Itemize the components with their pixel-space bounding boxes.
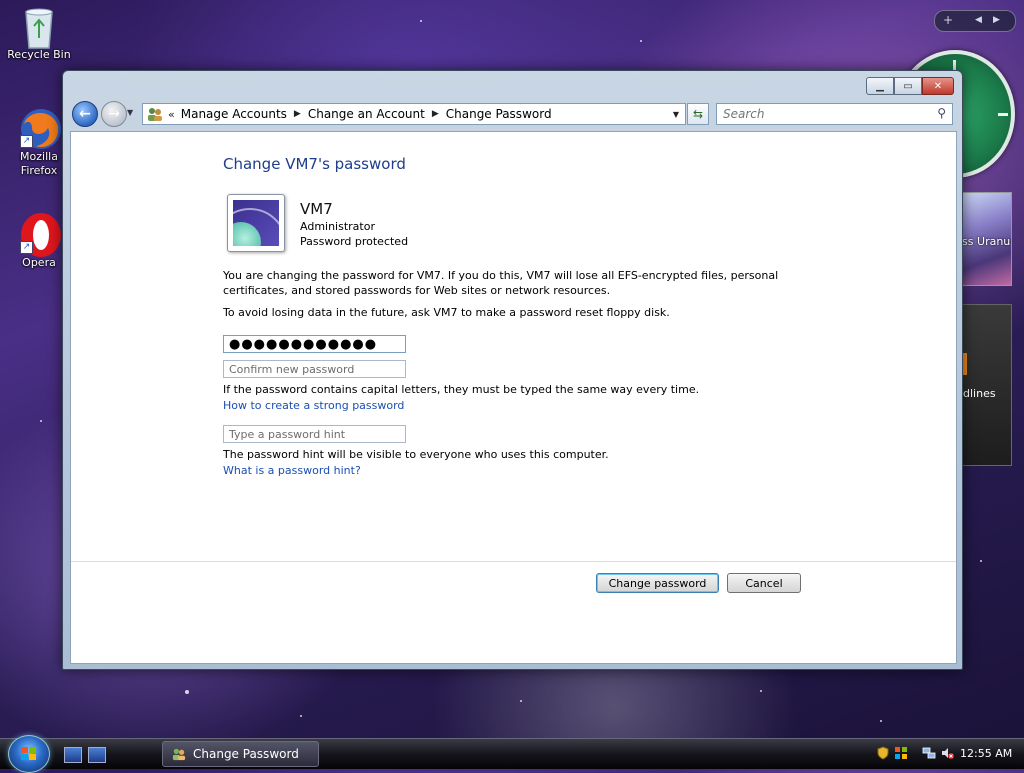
- user-picture: [227, 194, 285, 252]
- change-password-button[interactable]: Change password: [596, 573, 719, 593]
- cancel-button[interactable]: Cancel: [727, 573, 801, 593]
- feed-icon: [963, 353, 967, 375]
- footer-divider: [71, 561, 956, 562]
- switch-windows-icon[interactable]: [88, 747, 106, 763]
- maximize-button[interactable]: ▭: [894, 77, 922, 95]
- opera-icon: ↗: [18, 212, 61, 257]
- breadcrumb-manage-accounts[interactable]: Manage Accounts: [181, 107, 287, 121]
- forward-button[interactable]: →: [101, 101, 127, 127]
- shortcut-arrow-icon: ↗: [20, 241, 33, 254]
- next-icon[interactable]: ▶: [993, 15, 1000, 25]
- address-dropdown-icon[interactable]: ▼: [673, 110, 679, 119]
- star: [640, 40, 642, 42]
- refresh-button[interactable]: ⇆: [687, 103, 709, 125]
- window-controls: ▁ ▭ ✕: [866, 77, 954, 95]
- hint-note: The password hint will be visible to eve…: [223, 448, 609, 461]
- confirm-password-field[interactable]: [223, 360, 406, 378]
- capital-note: If the password contains capital letters…: [223, 383, 700, 396]
- star: [185, 690, 189, 694]
- star: [300, 715, 302, 717]
- star: [40, 420, 42, 422]
- previous-icon[interactable]: ◀: [975, 15, 982, 25]
- breadcrumb-change-password[interactable]: Change Password: [446, 107, 552, 121]
- content-pane: Change VM7's password VM7 Administrator …: [70, 131, 957, 664]
- star: [520, 700, 522, 702]
- back-button[interactable]: ←: [72, 101, 98, 127]
- search-input[interactable]: [721, 104, 925, 124]
- feed-caption: dlines: [963, 387, 996, 400]
- breadcrumb-change-account[interactable]: Change an Account: [308, 107, 425, 121]
- slideshow-caption: iss Uranus: [962, 235, 1011, 248]
- volume-muted-icon[interactable]: [940, 746, 954, 760]
- user-accounts-icon: [146, 106, 164, 122]
- close-button[interactable]: ✕: [922, 77, 954, 95]
- clock-tick: [953, 60, 956, 70]
- firefox-icon: ↗: [18, 106, 61, 149]
- new-password-field[interactable]: [223, 335, 406, 353]
- security-shield-icon[interactable]: [876, 746, 890, 760]
- star: [760, 690, 762, 692]
- password-hint-link[interactable]: What is a password hint?: [223, 464, 361, 477]
- address-bar[interactable]: « Manage Accounts ▶ Change an Account ▶ …: [142, 103, 686, 125]
- recent-pages-dropdown-icon[interactable]: ▼: [127, 108, 133, 117]
- advice-text: To avoid losing data in the future, ask …: [223, 306, 670, 319]
- show-desktop-icon[interactable]: [64, 747, 82, 763]
- clock-tick: [998, 113, 1008, 116]
- user-accounts-icon: [171, 747, 187, 761]
- windows-update-icon[interactable]: [894, 746, 908, 760]
- star: [880, 720, 882, 722]
- system-tray: 12:55 AM: [862, 741, 1022, 767]
- recycle-bin-icon: [18, 4, 60, 49]
- star: [980, 560, 982, 562]
- windows-logo-icon: [21, 747, 37, 761]
- desktop-icon-recycle-bin[interactable]: Recycle Bin: [4, 4, 74, 61]
- password-hint-field[interactable]: [223, 425, 406, 443]
- feed-headlines-gadget[interactable]: dlines: [962, 304, 1012, 466]
- star: [420, 20, 422, 22]
- network-icon[interactable]: [922, 746, 936, 760]
- taskbar-item-change-password[interactable]: Change Password: [162, 741, 319, 767]
- search-icon[interactable]: ⚲: [937, 106, 946, 120]
- breadcrumb-separator-icon[interactable]: ▶: [432, 109, 439, 119]
- page-title: Change VM7's password: [223, 155, 406, 173]
- breadcrumb-separator-icon[interactable]: ▶: [294, 109, 301, 119]
- sidebar-controls[interactable]: + ◀ ▶: [934, 10, 1016, 32]
- add-gadget-icon[interactable]: +: [943, 13, 953, 27]
- user-name: VM7: [300, 200, 333, 218]
- taskbar-item-label: Change Password: [193, 747, 299, 761]
- warning-text: You are changing the password for VM7. I…: [223, 269, 779, 297]
- user-role: Administrator: [300, 220, 375, 233]
- strong-password-link[interactable]: How to create a strong password: [223, 399, 404, 412]
- shortcut-arrow-icon: ↗: [20, 135, 33, 148]
- breadcrumb-overflow[interactable]: «: [168, 108, 175, 121]
- taskbar-clock[interactable]: 12:55 AM: [960, 747, 1012, 760]
- desktop-icon-label: Mozilla Firefox: [20, 150, 58, 177]
- slideshow-gadget[interactable]: iss Uranus: [962, 192, 1012, 286]
- minimize-button[interactable]: ▁: [866, 77, 894, 95]
- control-panel-window: ▁ ▭ ✕ ← → ▼ « Manage Accounts ▶ Change a…: [62, 70, 963, 670]
- start-button[interactable]: [8, 735, 50, 773]
- user-status: Password protected: [300, 235, 409, 248]
- search-box[interactable]: ⚲: [716, 103, 953, 125]
- taskbar: Change Password 12:55 AM: [0, 735, 1024, 773]
